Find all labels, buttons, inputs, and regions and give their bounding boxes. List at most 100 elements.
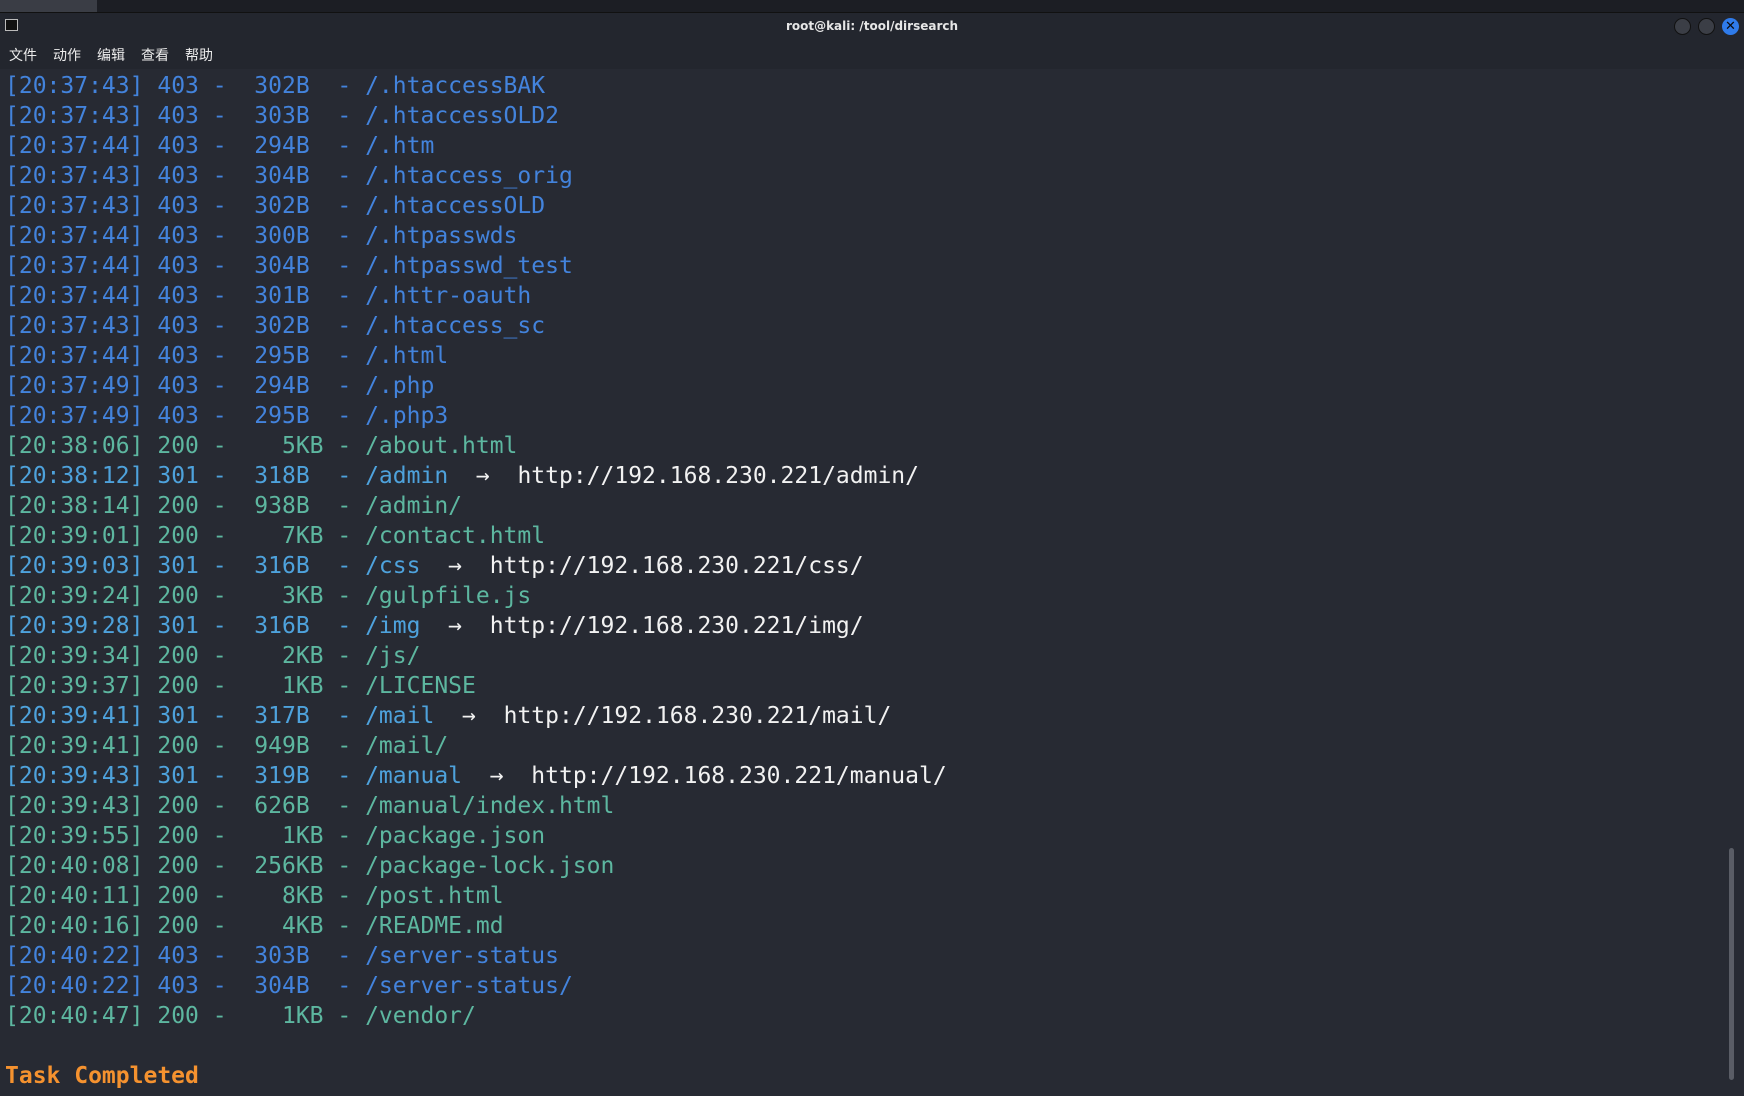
menu-view[interactable]: 查看 xyxy=(141,45,169,65)
output-line: [20:40:11] 200 - 8KB - /post.html xyxy=(5,881,1725,911)
status-code: 200 xyxy=(157,523,199,549)
output-line: [20:39:41] 301 - 317B - /mail → http://1… xyxy=(5,701,1725,731)
timestamp: [20:39:43] xyxy=(5,763,144,789)
response-size: 295B xyxy=(254,343,310,369)
output-line: [20:39:43] 200 - 626B - /manual/index.ht… xyxy=(5,791,1725,821)
response-size: 304B xyxy=(254,973,310,999)
status-code: 403 xyxy=(157,943,199,969)
response-size: 319B xyxy=(254,763,310,789)
timestamp: [20:39:34] xyxy=(5,643,144,669)
panel-tab[interactable] xyxy=(0,0,97,12)
response-size: 318B xyxy=(254,463,310,489)
path: /post.html xyxy=(365,883,504,909)
timestamp: [20:37:49] xyxy=(5,403,144,429)
path: /admin xyxy=(365,463,449,489)
result-entry: [20:39:24] 200 - 3KB - /gulpfile.js xyxy=(5,583,532,609)
status-code: 200 xyxy=(157,583,199,609)
output-line: [20:40:47] 200 - 1KB - /vendor/ xyxy=(5,1001,1725,1031)
timestamp: [20:39:55] xyxy=(5,823,144,849)
path: /js/ xyxy=(365,643,421,669)
minimize-button[interactable] xyxy=(1674,18,1691,35)
result-entry: [20:37:43] 403 - 303B - /.htaccessOLD2 xyxy=(5,103,559,129)
timestamp: [20:40:16] xyxy=(5,913,144,939)
output-line: [20:38:12] 301 - 318B - /admin → http://… xyxy=(5,461,1725,491)
timestamp: [20:38:12] xyxy=(5,463,144,489)
status-code: 403 xyxy=(157,73,199,99)
path: /.htaccessBAK xyxy=(365,73,546,99)
menu-help[interactable]: 帮助 xyxy=(185,45,213,65)
timestamp: [20:37:43] xyxy=(5,73,144,99)
output-line: [20:38:06] 200 - 5KB - /about.html xyxy=(5,431,1725,461)
result-entry: [20:37:43] 403 - 304B - /.htaccess_orig xyxy=(5,163,573,189)
status-code: 403 xyxy=(157,163,199,189)
output-line: [20:37:49] 403 - 294B - /.php xyxy=(5,371,1725,401)
response-size: 302B xyxy=(254,193,310,219)
status-code: 403 xyxy=(157,343,199,369)
window-title: root@kali: /tool/dirsearch xyxy=(785,19,959,33)
status-code: 200 xyxy=(157,673,199,699)
response-size: 304B xyxy=(254,253,310,279)
status-code: 403 xyxy=(157,253,199,279)
timestamp: [20:37:43] xyxy=(5,103,144,129)
close-button[interactable]: ✕ xyxy=(1722,18,1739,35)
redirect-url: http://192.168.230.221/admin/ xyxy=(517,463,920,489)
timestamp: [20:39:03] xyxy=(5,553,144,579)
result-entry: [20:40:08] 200 - 256KB - /package-lock.j… xyxy=(5,853,615,879)
output-line: [20:37:44] 403 - 294B - /.htm xyxy=(5,131,1725,161)
output-line: [20:40:22] 403 - 303B - /server-status xyxy=(5,941,1725,971)
status-code: 301 xyxy=(157,703,199,729)
response-size: 295B xyxy=(254,403,310,429)
result-entry: [20:37:43] 403 - 302B - /.htaccessOLD xyxy=(5,193,546,219)
status-code: 200 xyxy=(157,913,199,939)
response-size: 3KB xyxy=(281,583,324,609)
response-size: 294B xyxy=(254,373,310,399)
timestamp: [20:37:43] xyxy=(5,163,144,189)
result-entry: [20:40:16] 200 - 4KB - /README.md xyxy=(5,913,504,939)
redirect-url: http://192.168.230.221/manual/ xyxy=(531,763,947,789)
response-size: 316B xyxy=(254,613,310,639)
response-size: 1KB xyxy=(281,673,324,699)
output-line: [20:39:43] 301 - 319B - /manual → http:/… xyxy=(5,761,1725,791)
path: /server-status xyxy=(365,943,559,969)
timestamp: [20:40:11] xyxy=(5,883,144,909)
menu-actions[interactable]: 动作 xyxy=(53,45,81,65)
result-entry: [20:39:34] 200 - 2KB - /js/ xyxy=(5,643,421,669)
output-line: [20:37:49] 403 - 295B - /.php3 xyxy=(5,401,1725,431)
menu-file[interactable]: 文件 xyxy=(9,45,37,65)
path: /package-lock.json xyxy=(365,853,615,879)
status-code: 200 xyxy=(157,1003,199,1029)
path: /.htaccess_sc xyxy=(365,313,546,339)
menu-edit[interactable]: 编辑 xyxy=(97,45,125,65)
path: /admin/ xyxy=(365,493,463,519)
status-code: 403 xyxy=(157,373,199,399)
result-entry: [20:37:43] 403 - 302B - /.htaccessBAK xyxy=(5,73,546,99)
response-size: 302B xyxy=(254,73,310,99)
scrollbar[interactable] xyxy=(1729,848,1734,1080)
status-code: 200 xyxy=(157,823,199,849)
maximize-button[interactable] xyxy=(1698,18,1715,35)
output-line: [20:40:22] 403 - 304B - /server-status/ xyxy=(5,971,1725,1001)
timestamp: [20:39:43] xyxy=(5,793,144,819)
response-size: 303B xyxy=(254,943,310,969)
timestamp: [20:37:44] xyxy=(5,133,144,159)
status-code: 200 xyxy=(157,883,199,909)
timestamp: [20:39:37] xyxy=(5,673,144,699)
path: /manual xyxy=(365,763,463,789)
path: /vendor/ xyxy=(365,1003,476,1029)
result-entry: [20:37:44] 403 - 304B - /.htpasswd_test xyxy=(5,253,573,279)
timestamp: [20:37:44] xyxy=(5,283,144,309)
output-line: [20:37:44] 403 - 304B - /.htpasswd_test xyxy=(5,251,1725,281)
path: /css xyxy=(365,553,421,579)
path: /.php xyxy=(365,373,435,399)
result-entry: [20:40:11] 200 - 8KB - /post.html xyxy=(5,883,504,909)
terminal-output[interactable]: [20:37:43] 403 - 302B - /.htaccessBAK [20… xyxy=(5,71,1725,1091)
timestamp: [20:39:41] xyxy=(5,703,144,729)
redirect-url: http://192.168.230.221/css/ xyxy=(489,553,864,579)
status-code: 200 xyxy=(157,643,199,669)
status-code: 301 xyxy=(157,463,199,489)
status-code: 403 xyxy=(157,103,199,129)
response-size: 300B xyxy=(254,223,310,249)
status-code: 403 xyxy=(157,193,199,219)
path: /package.json xyxy=(365,823,546,849)
output-line: [20:39:28] 301 - 316B - /img → http://19… xyxy=(5,611,1725,641)
